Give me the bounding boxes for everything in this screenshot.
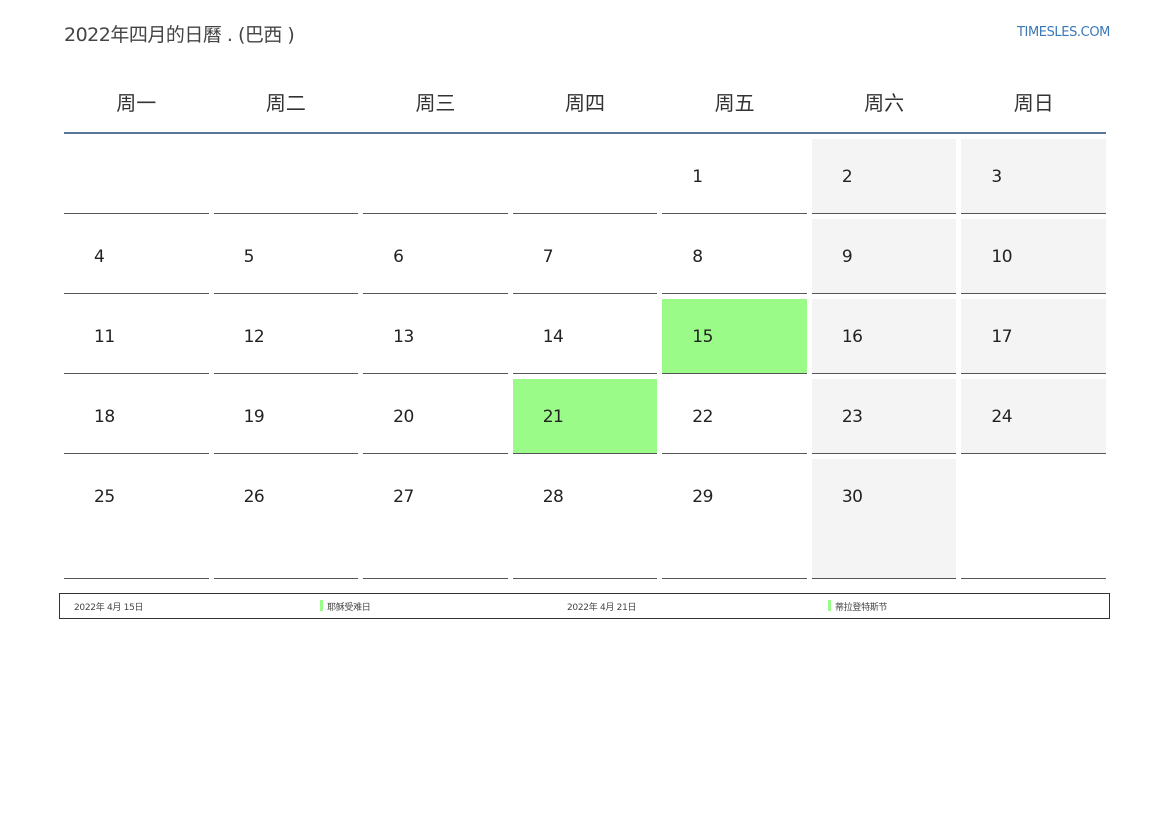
day-number: 16 [841, 327, 863, 347]
day-cell[interactable]: 9 [811, 219, 957, 294]
day-cell[interactable]: 22 [662, 379, 807, 454]
calendar-grid: 1 2 3 4 5 6 7 8 9 10 11 12 13 14 15 16 17 18 19 20 21 22 23 24 2… [64, 139, 1106, 579]
day-cell[interactable]: 10 [961, 219, 1106, 294]
day-number: 9 [841, 247, 853, 267]
day-number: 4 [94, 247, 105, 267]
day-number: 1 [692, 167, 703, 187]
day-number: 5 [243, 247, 255, 267]
weekday-sun: 周日 [1013, 90, 1054, 115]
day-cell[interactable]: 1 [662, 139, 807, 214]
day-cell[interactable]: 4 [64, 219, 209, 294]
holiday-name: 蒂拉登特斯节 [828, 600, 888, 613]
empty-day-cell [512, 139, 658, 214]
weekday-sat: 周六 [864, 90, 905, 115]
day-number: 17 [991, 327, 1013, 347]
day-number: 22 [692, 407, 713, 427]
day-cell[interactable]: 12 [213, 299, 359, 374]
day-number: 7 [542, 247, 554, 267]
day-cell[interactable]: 27 [363, 459, 508, 579]
day-cell[interactable]: 6 [363, 219, 508, 294]
weekday-wed: 周三 [415, 90, 456, 115]
day-cell[interactable]: 17 [961, 299, 1106, 374]
day-cell[interactable]: 30 [811, 459, 957, 579]
holiday-name-text: 耶稣受难日 [327, 603, 371, 613]
day-cell[interactable]: 28 [512, 459, 658, 579]
day-number: 30 [841, 487, 863, 507]
day-number: 20 [393, 407, 414, 427]
day-cell[interactable]: 21 [512, 379, 658, 454]
day-cell[interactable]: 15 [662, 299, 807, 374]
day-cell[interactable]: 24 [961, 379, 1106, 454]
day-number: 8 [692, 247, 703, 267]
day-number: 28 [542, 487, 564, 507]
day-number: 15 [692, 327, 713, 347]
weekday-mon: 周一 [116, 90, 157, 115]
day-number: 6 [393, 247, 404, 267]
day-cell[interactable]: 5 [213, 219, 359, 294]
holiday-marker [320, 600, 323, 611]
holiday-marker [828, 600, 831, 611]
day-cell[interactable]: 8 [662, 219, 807, 294]
weekday-fri: 周五 [714, 90, 755, 115]
holiday-legend: 2022年 4月 15日 耶稣受难日 2022年 4月 21日 蒂拉登特斯节 [59, 593, 1110, 619]
day-cell[interactable]: 23 [811, 379, 957, 454]
day-cell[interactable]: 13 [363, 299, 508, 374]
day-cell[interactable]: 20 [363, 379, 508, 454]
empty-day-cell [213, 139, 359, 214]
holiday-name-text: 蒂拉登特斯节 [835, 603, 888, 613]
day-cell[interactable]: 11 [64, 299, 209, 374]
day-cell[interactable]: 14 [512, 299, 658, 374]
weekday-thu: 周四 [565, 90, 606, 115]
day-number: 24 [991, 407, 1013, 427]
day-number: 2 [841, 167, 853, 187]
day-number: 26 [243, 487, 265, 507]
day-number: 27 [393, 487, 414, 507]
day-number: 25 [94, 487, 115, 507]
holiday-date: 2022年 4月 15日 [74, 603, 144, 613]
day-number: 21 [542, 407, 564, 427]
day-number: 11 [94, 327, 115, 347]
holiday-date: 2022年 4月 21日 [567, 603, 637, 613]
empty-day-cell [64, 139, 209, 214]
day-number: 19 [243, 407, 265, 427]
day-number: 12 [243, 327, 265, 347]
site-link[interactable]: TIMESLES.COM [1017, 25, 1110, 40]
empty-day-cell [961, 459, 1106, 579]
day-number: 18 [94, 407, 115, 427]
empty-day-cell [363, 139, 508, 214]
day-cell[interactable]: 2 [811, 139, 957, 214]
page-title: 2022年四月的日曆 . (巴西 ) [64, 24, 295, 46]
day-cell[interactable]: 7 [512, 219, 658, 294]
day-cell[interactable]: 18 [64, 379, 209, 454]
day-cell[interactable]: 25 [64, 459, 209, 579]
day-number: 10 [991, 247, 1013, 267]
weekday-tue: 周二 [265, 90, 306, 115]
day-number: 14 [542, 327, 564, 347]
day-cell[interactable]: 29 [662, 459, 807, 579]
holiday-name: 耶稣受难日 [320, 600, 371, 613]
day-number: 3 [991, 167, 1002, 187]
day-number: 13 [393, 327, 414, 347]
day-cell[interactable]: 19 [213, 379, 359, 454]
day-number: 29 [692, 487, 713, 507]
day-cell[interactable]: 3 [961, 139, 1106, 214]
day-cell[interactable]: 16 [811, 299, 957, 374]
day-cell[interactable]: 26 [213, 459, 359, 579]
day-number: 23 [841, 407, 863, 427]
weekday-header: 周一 周二 周三 周四 周五 周六 周日 [64, 70, 1106, 134]
